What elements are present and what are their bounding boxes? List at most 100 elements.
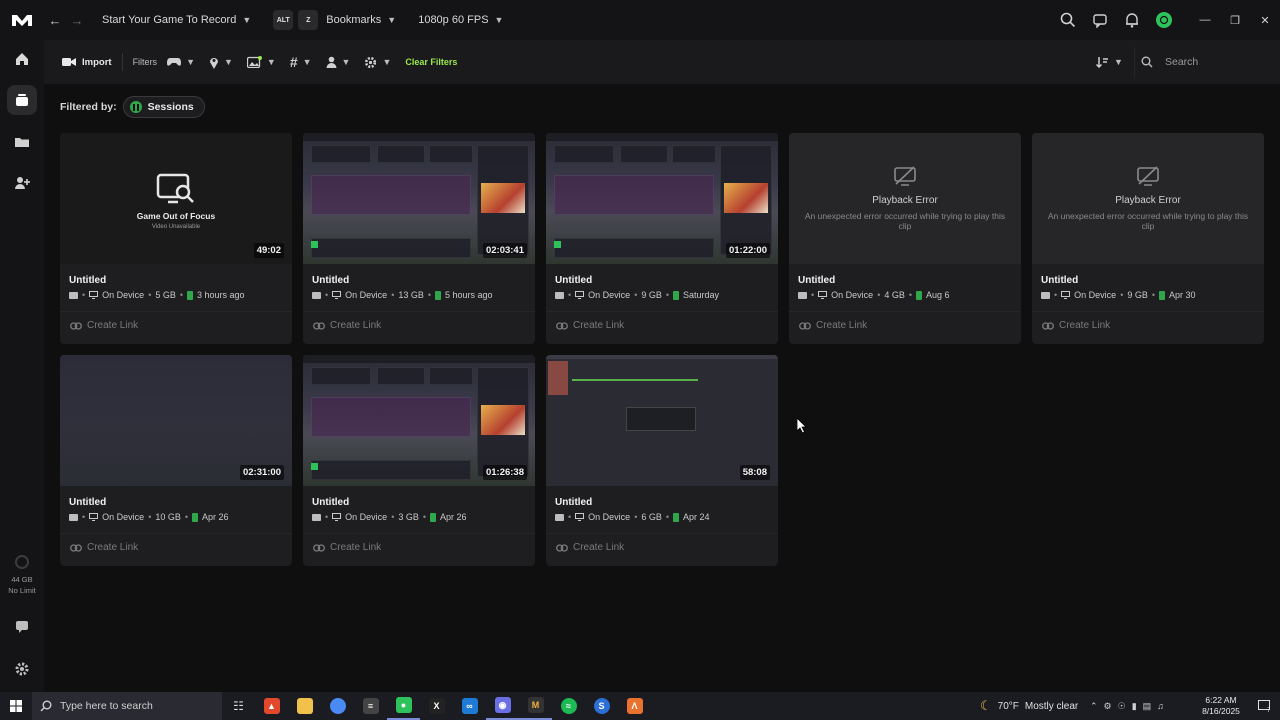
card-title[interactable]: Untitled xyxy=(312,275,349,286)
card-size: 6 GB xyxy=(641,512,662,522)
card-title[interactable]: Untitled xyxy=(1041,275,1078,286)
error-message: An unexpected error occurred while tryin… xyxy=(804,211,1006,231)
steam-icon[interactable]: ⚙ xyxy=(1104,701,1112,712)
create-link-button[interactable]: Create Link xyxy=(70,320,138,331)
spotify-icon[interactable]: ≈ xyxy=(552,692,585,720)
bell-icon[interactable] xyxy=(1116,0,1148,40)
volume-icon[interactable]: ♫ xyxy=(1157,701,1164,711)
brave-browser-icon[interactable]: ▲ xyxy=(255,692,288,720)
card-thumbnail[interactable]: 02:31:00 xyxy=(60,355,292,486)
chat-icon[interactable] xyxy=(1084,0,1116,40)
file-explorer-icon[interactable] xyxy=(288,692,321,720)
discord-icon[interactable]: ◉ xyxy=(486,692,519,720)
mic-icon[interactable]: ☉ xyxy=(1118,701,1126,712)
quality-dropdown[interactable]: 1080p 60 FPS ▼ xyxy=(418,14,503,26)
session-card[interactable]: 02:31:00 Untitled • On Device • 10 GB • … xyxy=(60,355,292,566)
storage-size: 44 GB xyxy=(11,575,33,584)
create-link-button[interactable]: Create Link xyxy=(799,320,867,331)
card-title[interactable]: Untitled xyxy=(69,275,106,286)
medal-logo-icon[interactable]: M xyxy=(519,692,552,720)
separator-dot: • xyxy=(427,290,432,300)
medal-app-icon[interactable]: ● xyxy=(387,692,420,720)
game-filter[interactable]: ▼ xyxy=(167,57,195,67)
session-card[interactable]: 01:26:38 Untitled • On Device • 3 GB • A… xyxy=(303,355,535,566)
app-icon-a[interactable]: Λ xyxy=(618,692,651,720)
avatar[interactable] xyxy=(1156,12,1172,28)
card-title[interactable]: Untitled xyxy=(312,497,349,508)
battery-icon[interactable]: ▮ xyxy=(1132,701,1137,712)
game-icon xyxy=(312,513,321,521)
thumb-code-block xyxy=(548,361,568,395)
feedback-icon[interactable] xyxy=(7,612,37,642)
card-thumbnail[interactable]: Playback Error An unexpected error occur… xyxy=(789,133,1021,264)
separator-dot: • xyxy=(391,512,395,522)
card-thumbnail[interactable]: 58:08 xyxy=(546,355,778,486)
card-title[interactable]: Untitled xyxy=(555,497,592,508)
clear-filters-button[interactable]: Clear Filters xyxy=(405,57,457,67)
session-card[interactable]: 58:08 Untitled • On Device • 6 GB • Apr … xyxy=(546,355,778,566)
create-link-button[interactable]: Create Link xyxy=(313,320,381,331)
capcut-icon[interactable]: X xyxy=(420,692,453,720)
tag-filter[interactable]: # ▼ xyxy=(290,54,312,70)
back-arrow-icon[interactable]: ← xyxy=(44,9,66,31)
card-title[interactable]: Untitled xyxy=(555,275,592,286)
monitor-icon xyxy=(1061,291,1071,299)
sessions-icon[interactable] xyxy=(7,85,37,115)
settings-gear-icon[interactable] xyxy=(7,654,37,684)
close-icon[interactable]: ✕ xyxy=(1250,0,1280,40)
session-card[interactable]: 02:03:41 Untitled • On Device • 13 GB • … xyxy=(303,133,535,344)
notification-center-icon[interactable]: 7 xyxy=(1250,692,1280,720)
chevron-up-icon[interactable]: ⌃ xyxy=(1090,701,1098,712)
create-link-button[interactable]: Create Link xyxy=(1042,320,1110,331)
app-icon-x[interactable]: ≡ xyxy=(354,692,387,720)
import-button[interactable]: Import xyxy=(62,57,112,68)
media-filter[interactable]: ▼ xyxy=(246,56,276,68)
thumb-green-mark xyxy=(311,241,318,248)
settings-filter[interactable]: ▼ xyxy=(364,56,391,69)
create-link-button[interactable]: Create Link xyxy=(556,320,624,331)
session-card[interactable]: Game Out of Focus Video Unavailable 49:0… xyxy=(60,133,292,344)
forward-arrow-icon[interactable]: → xyxy=(66,9,88,31)
windows-start-icon[interactable] xyxy=(0,692,32,720)
card-thumbnail[interactable]: Game Out of Focus Video Unavailable 49:0… xyxy=(60,133,292,264)
weather-widget[interactable]: ☾ 70°F Mostly clear xyxy=(980,692,1078,720)
home-icon[interactable] xyxy=(7,44,37,74)
vscode-icon[interactable]: ∞ xyxy=(453,692,486,720)
filters-label: Filters xyxy=(132,57,158,67)
create-link-label: Create Link xyxy=(87,542,139,553)
thumb-panel xyxy=(311,460,471,480)
skype-icon[interactable]: S xyxy=(585,692,618,720)
session-card[interactable]: 01:22:00 Untitled • On Device • 9 GB • S… xyxy=(546,133,778,344)
game-selector[interactable]: Start Your Game To Record ▼ xyxy=(102,14,251,26)
add-user-icon[interactable] xyxy=(7,168,37,198)
folder-icon[interactable] xyxy=(7,127,37,157)
taskbar-search-input[interactable]: Type here to search xyxy=(32,692,222,720)
search-input[interactable]: Search xyxy=(1134,47,1264,77)
sessions-filter-chip[interactable]: Sessions xyxy=(122,96,205,118)
minimize-icon[interactable]: — xyxy=(1190,0,1220,40)
task-view-icon[interactable]: ☷ xyxy=(222,692,255,720)
game-icon xyxy=(69,291,78,299)
link-icon xyxy=(313,543,325,552)
card-thumbnail[interactable]: 01:22:00 xyxy=(546,133,778,264)
restore-icon[interactable]: ❐ xyxy=(1220,0,1250,40)
card-thumbnail[interactable]: 01:26:38 xyxy=(303,355,535,486)
location-filter[interactable]: ▼ xyxy=(209,56,233,69)
search-icon[interactable] xyxy=(1052,0,1084,40)
network-icon[interactable]: ▤ xyxy=(1143,701,1152,712)
card-thumbnail[interactable]: 02:03:41 xyxy=(303,133,535,264)
create-link-button[interactable]: Create Link xyxy=(556,542,624,553)
create-link-button[interactable]: Create Link xyxy=(70,542,138,553)
bookmarks-dropdown[interactable]: Bookmarks ▼ xyxy=(326,14,396,26)
card-thumbnail[interactable]: Playback Error An unexpected error occur… xyxy=(1032,133,1264,264)
card-title[interactable]: Untitled xyxy=(69,497,106,508)
create-link-button[interactable]: Create Link xyxy=(313,542,381,553)
person-filter[interactable]: ▼ xyxy=(326,56,350,68)
sort-dropdown[interactable]: ▼ xyxy=(1096,40,1123,84)
taskbar-clock[interactable]: 6:22 AM 8/16/2025 xyxy=(1198,695,1244,717)
card-title[interactable]: Untitled xyxy=(798,275,835,286)
chrome-icon[interactable] xyxy=(321,692,354,720)
card-meta: • On Device • 6 GB • Apr 24 xyxy=(555,512,710,522)
session-card[interactable]: Playback Error An unexpected error occur… xyxy=(789,133,1021,344)
session-card[interactable]: Playback Error An unexpected error occur… xyxy=(1032,133,1264,344)
